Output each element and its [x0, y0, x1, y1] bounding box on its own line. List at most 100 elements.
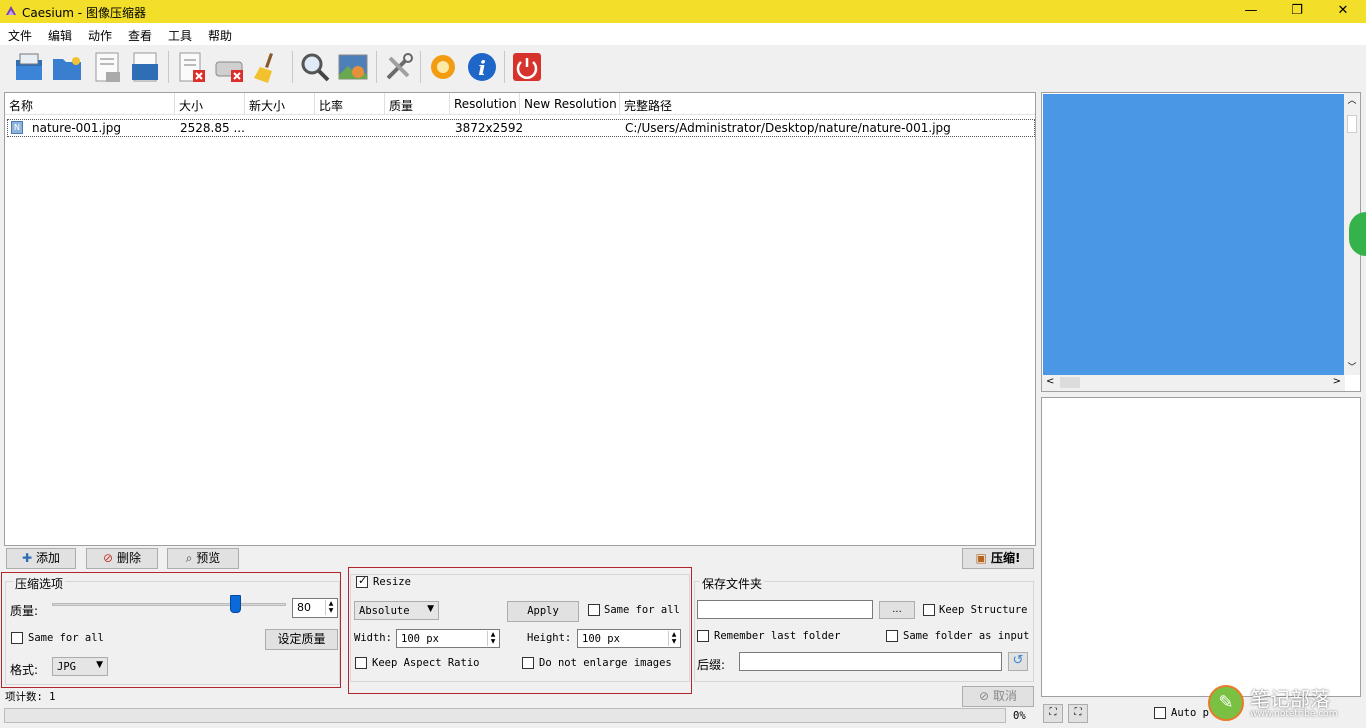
resize-label: Resize	[373, 576, 413, 588]
keep-structure-checkbox[interactable]	[923, 604, 935, 616]
resize-mode-select[interactable]: Absolute ▼	[354, 601, 439, 620]
browse-button[interactable]: ...	[879, 601, 915, 619]
keep-aspect-ratio-checkbox[interactable]	[355, 657, 367, 669]
minimize-button[interactable]: —	[1228, 0, 1274, 23]
scroll-up-icon[interactable]: ︿	[1344, 93, 1360, 106]
do-not-enlarge-checkbox[interactable]	[522, 657, 534, 669]
dropdown-arrow-icon: ▼	[427, 604, 434, 614]
toolbar-separator	[420, 51, 421, 83]
suffix-input[interactable]	[739, 652, 1002, 671]
save-icon[interactable]	[90, 50, 124, 84]
format-label: 格式:	[10, 663, 39, 677]
auto-preview-checkbox[interactable]	[1154, 707, 1166, 719]
compression-same-for-all-checkbox[interactable]	[11, 632, 23, 644]
delete-button[interactable]: ⊘ 删除	[86, 548, 158, 569]
column-header-path[interactable]: 完整路径	[620, 93, 1035, 115]
spin-arrows-icon[interactable]: ▲ ▼	[325, 600, 336, 615]
zoom-fit-icon[interactable]: ⛶	[1043, 704, 1063, 723]
column-header-new-resolution[interactable]: New Resolution	[520, 93, 620, 115]
dropdown-arrow-icon: ▼	[96, 660, 103, 670]
width-label: Width:	[354, 632, 392, 644]
search-icon[interactable]	[298, 50, 332, 84]
scroll-right-icon[interactable]: >	[1333, 376, 1341, 387]
quality-slider-thumb[interactable]	[229, 595, 241, 613]
do-not-enlarge-label: Do not enlarge images	[539, 657, 672, 669]
same-folder-as-input-checkbox[interactable]	[886, 630, 898, 642]
save-as-icon[interactable]	[128, 50, 162, 84]
column-header-size[interactable]: 大小	[175, 93, 245, 115]
close-button[interactable]: ✕	[1320, 0, 1366, 23]
no-entry-icon: ⊘	[103, 551, 114, 565]
compress-button[interactable]: ▣ 压缩!	[962, 548, 1034, 569]
spin-arrows-icon[interactable]: ▲ ▼	[668, 631, 679, 646]
maximize-button[interactable]: ❐	[1274, 0, 1320, 23]
column-header-name[interactable]: 名称	[5, 93, 175, 115]
height-input[interactable]: 100 px ▲ ▼	[577, 629, 681, 648]
quality-spinbox[interactable]: 80 ▲ ▼	[292, 598, 338, 618]
file-list[interactable]: 名称 大小 新大小 比率 质量 Resolution New Resolutio…	[4, 92, 1036, 546]
column-header-resolution[interactable]: Resolution	[450, 93, 520, 115]
toolbar: i	[0, 45, 1366, 89]
progress-percent: 0%	[1013, 710, 1026, 722]
watermark-text: 笔记部落	[1250, 687, 1330, 711]
output-folder-input[interactable]	[697, 600, 873, 619]
spin-arrows-icon[interactable]: ▲ ▼	[487, 631, 498, 646]
menu-help[interactable]: 帮助	[208, 27, 232, 44]
height-label: Height:	[527, 632, 572, 644]
cell-path: C:/Users/Administrator/Desktop/nature/na…	[625, 121, 951, 135]
menu-file[interactable]: 文件	[8, 27, 32, 44]
menu-tools[interactable]: 工具	[168, 27, 192, 44]
format-select[interactable]: JPG ▼	[52, 657, 108, 676]
resize-checkbox[interactable]	[356, 574, 368, 588]
image-file-icon: N	[11, 121, 23, 134]
toolbar-separator	[504, 51, 505, 83]
exit-icon[interactable]	[510, 50, 544, 84]
column-header-new-size[interactable]: 新大小	[245, 93, 315, 115]
resize-same-for-all-checkbox[interactable]	[588, 604, 600, 616]
update-icon[interactable]	[426, 50, 460, 84]
window-title: Caesium - 图像压缩器	[22, 6, 146, 20]
output-group-title: 保存文件夹	[700, 575, 765, 592]
image-preview-panel: ︿ ﹀ < >	[1041, 92, 1361, 392]
apply-button[interactable]: Apply	[507, 601, 579, 622]
cancel-button[interactable]: ⊘ 取消	[962, 686, 1034, 707]
open-icon[interactable]	[12, 50, 46, 84]
image-info-panel	[1041, 397, 1361, 697]
compress-icon: ▣	[975, 551, 987, 565]
add-button[interactable]: ✚ 添加	[6, 548, 76, 569]
scroll-left-icon[interactable]: <	[1046, 376, 1054, 387]
remove-all-icon[interactable]	[213, 50, 247, 84]
column-header-quality[interactable]: 质量	[385, 93, 450, 115]
toolbar-separator	[376, 51, 377, 83]
zoom-full-icon[interactable]: ⛶	[1068, 704, 1088, 723]
preview-horizontal-scrollbar[interactable]: < >	[1042, 375, 1345, 391]
watermark-logo: ✎ 笔记部落 www.notetribe.com	[1204, 681, 1362, 725]
scrollbar-thumb[interactable]	[1347, 115, 1357, 133]
cell-resolution: 3872x2592	[455, 121, 524, 135]
compression-group-title: 压缩选项	[13, 575, 66, 592]
info-icon[interactable]: i	[465, 50, 499, 84]
magnifier-icon: ⌕	[185, 551, 193, 565]
settings-icon[interactable]	[382, 50, 416, 84]
scrollbar-thumb[interactable]	[1060, 377, 1080, 388]
side-widget-icon[interactable]	[1349, 212, 1366, 256]
scroll-down-icon[interactable]: ﹀	[1344, 360, 1360, 373]
reset-suffix-icon[interactable]: ↺	[1008, 652, 1028, 671]
menu-action[interactable]: 动作	[88, 27, 112, 44]
menu-edit[interactable]: 编辑	[48, 27, 72, 44]
preview-button[interactable]: ⌕ 预览	[167, 548, 239, 569]
remember-last-folder-checkbox[interactable]	[697, 630, 709, 642]
width-input[interactable]: 100 px ▲ ▼	[396, 629, 500, 648]
set-quality-button[interactable]: 设定质量	[265, 629, 338, 650]
column-header-ratio[interactable]: 比率	[315, 93, 385, 115]
quality-label: 质量:	[10, 604, 39, 618]
preview-icon[interactable]	[336, 50, 370, 84]
menu-view[interactable]: 查看	[128, 27, 152, 44]
pencil-icon: ✎	[1208, 685, 1244, 721]
quality-slider-track[interactable]	[52, 595, 286, 613]
table-row[interactable]: N nature-001.jpg 2528.85 ... 3872x2592 C…	[7, 119, 1035, 137]
clear-list-icon[interactable]	[252, 50, 286, 84]
open-folder-icon[interactable]	[50, 50, 84, 84]
remove-item-icon[interactable]	[175, 50, 209, 84]
same-folder-as-input-label: Same folder as input	[903, 630, 1030, 642]
